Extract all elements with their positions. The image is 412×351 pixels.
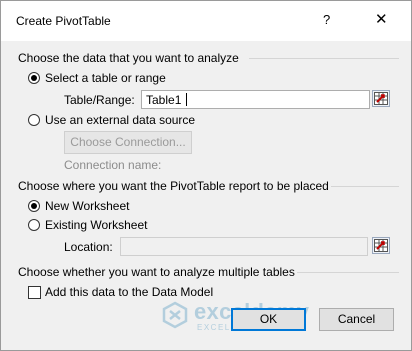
table-range-input[interactable]: Table1 (141, 90, 370, 109)
option-table-text: Select a table or range (45, 71, 166, 85)
dialog-title: Create PivotTable (16, 14, 111, 28)
location-input[interactable] (120, 237, 368, 256)
radio-existing-worksheet[interactable] (28, 219, 40, 231)
radio-external-source[interactable] (28, 114, 40, 126)
divider (249, 58, 399, 59)
text-cursor (186, 93, 187, 106)
ok-button[interactable]: OK (231, 308, 306, 331)
section-heading-data: Choose the data that you want to analyze (18, 51, 239, 65)
option-new-text: New Worksheet (45, 199, 130, 213)
radio-select-table[interactable] (28, 72, 40, 84)
radio-existing-worksheet-label[interactable]: Existing Worksheet (45, 218, 148, 232)
location-label: Location: (64, 240, 113, 254)
watermark: exceldemy EXCEL · DATA · BI (161, 299, 309, 332)
exceldemy-logo-icon (162, 301, 188, 329)
radio-external-source-label[interactable]: Use an external data source (45, 113, 195, 127)
cancel-button[interactable]: Cancel (319, 308, 394, 331)
table-range-label: Table/Range: (64, 93, 135, 107)
collapse-dialog-icon[interactable] (372, 237, 390, 254)
connection-name-label: Connection name: (64, 158, 162, 172)
data-model-checkbox[interactable] (28, 286, 41, 299)
option-external-text: Use an external data source (45, 113, 196, 127)
data-model-checkbox-label[interactable]: Add this data to the Data Model (45, 285, 213, 299)
data-model-text: Add this data to the Data Model (45, 285, 214, 299)
divider (297, 272, 399, 273)
divider (331, 186, 399, 187)
create-pivottable-dialog: Create PivotTable ? ✕ Choose the data th… (0, 0, 412, 351)
section-heading-multiple-tables: Choose whether you want to analyze multi… (18, 265, 295, 279)
close-icon[interactable]: ✕ (375, 10, 388, 28)
section-heading-placement: Choose where you want the PivotTable rep… (18, 179, 329, 193)
radio-new-worksheet[interactable] (28, 200, 40, 212)
choose-connection-button[interactable]: Choose Connection... (64, 131, 192, 154)
radio-select-table-label[interactable]: Select a table or range (45, 71, 166, 85)
collapse-dialog-icon[interactable] (372, 90, 390, 107)
table-range-value: Table1 (146, 93, 182, 107)
option-existing-text: Existing Worksheet (45, 218, 148, 232)
radio-new-worksheet-label[interactable]: New Worksheet (45, 199, 129, 213)
title-bar: Create PivotTable ? ✕ (1, 1, 411, 41)
help-icon[interactable]: ? (323, 12, 330, 27)
